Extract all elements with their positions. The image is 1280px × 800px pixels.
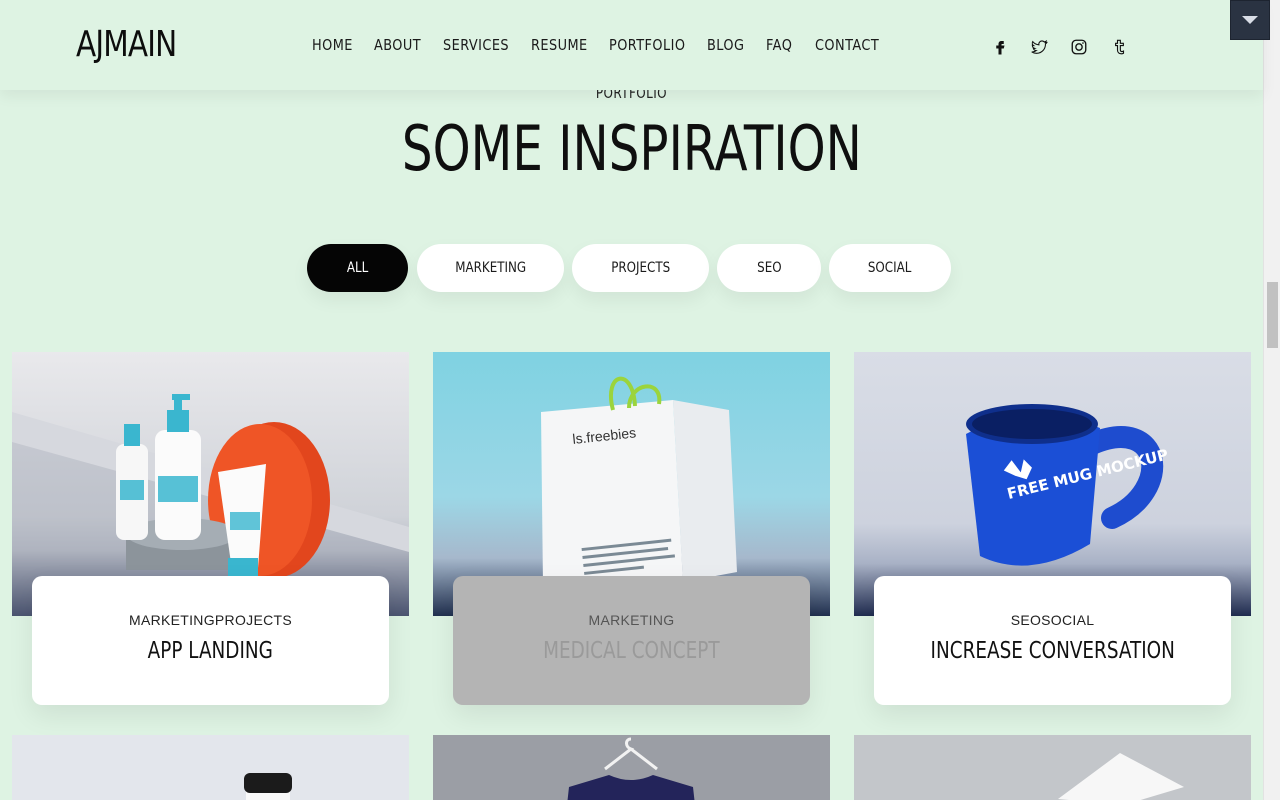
portfolio-card-info: MARKETING MEDICAL CONCEPT [453, 576, 810, 705]
portfolio-title[interactable]: MEDICAL CONCEPT [453, 638, 810, 664]
portfolio-image-card[interactable] [854, 735, 1251, 800]
portfolio-card[interactable]: FREE MUG MOCKUP SEOSOCIAL INCREASE CONVE… [854, 352, 1251, 706]
section-title: SOME INSPIRATION [401, 112, 862, 185]
portfolio-card[interactable]: ls.freebies MARKETING MEDICAL CONCEPT [433, 352, 830, 706]
twitter-icon[interactable] [1029, 37, 1049, 57]
site-header: AJMAIN HOME ABOUT SERVICES RESUME PORTFO… [0, 0, 1263, 90]
tumblr-icon[interactable] [1109, 37, 1129, 57]
nav-blog[interactable]: BLOG [707, 36, 744, 54]
nav-faq[interactable]: FAQ [766, 36, 792, 54]
portfolio-categories: MARKETING [588, 612, 675, 628]
page-scrollbar[interactable] [1263, 0, 1280, 800]
nav-about[interactable]: ABOUT [374, 36, 421, 54]
logo[interactable]: AJMAIN [76, 24, 177, 65]
portfolio-categories: MARKETINGPROJECTS [128, 612, 292, 628]
nav-services[interactable]: SERVICES [443, 36, 509, 54]
portfolio-categories: SEOSOCIAL [1010, 612, 1095, 628]
filter-marketing-button[interactable]: MARKETING [417, 244, 564, 292]
portfolio-card-info: MARKETINGPROJECTS APP LANDING [32, 576, 389, 705]
portfolio-card[interactable]: MARKETINGPROJECTS APP LANDING [12, 352, 409, 706]
portfolio-image-jar[interactable] [12, 735, 409, 800]
filter-seo-button[interactable]: SEO [717, 244, 821, 292]
dropdown-toggle-button[interactable] [1230, 0, 1270, 40]
portfolio-filters: ALL MARKETING PROJECTS SEO SOCIAL [0, 244, 1263, 292]
nav-contact[interactable]: CONTACT [815, 36, 879, 54]
portfolio-title[interactable]: INCREASE CONVERSATION [874, 638, 1231, 664]
filter-social-button[interactable]: SOCIAL [829, 244, 951, 292]
nav-portfolio[interactable]: PORTFOLIO [609, 36, 685, 54]
portfolio-image-tshirt[interactable] [433, 735, 830, 800]
filter-projects-button[interactable]: PROJECTS [572, 244, 709, 292]
scrollbar-thumb[interactable] [1267, 282, 1278, 348]
nav-home[interactable]: HOME [312, 36, 353, 54]
portfolio-title[interactable]: APP LANDING [32, 638, 389, 664]
nav-resume[interactable]: RESUME [531, 36, 588, 54]
facebook-icon[interactable] [990, 37, 1010, 57]
portfolio-card-info: SEOSOCIAL INCREASE CONVERSATION [874, 576, 1231, 705]
caret-down-icon [1242, 16, 1258, 24]
filter-all-button[interactable]: ALL [307, 244, 408, 292]
instagram-icon[interactable] [1069, 37, 1089, 57]
